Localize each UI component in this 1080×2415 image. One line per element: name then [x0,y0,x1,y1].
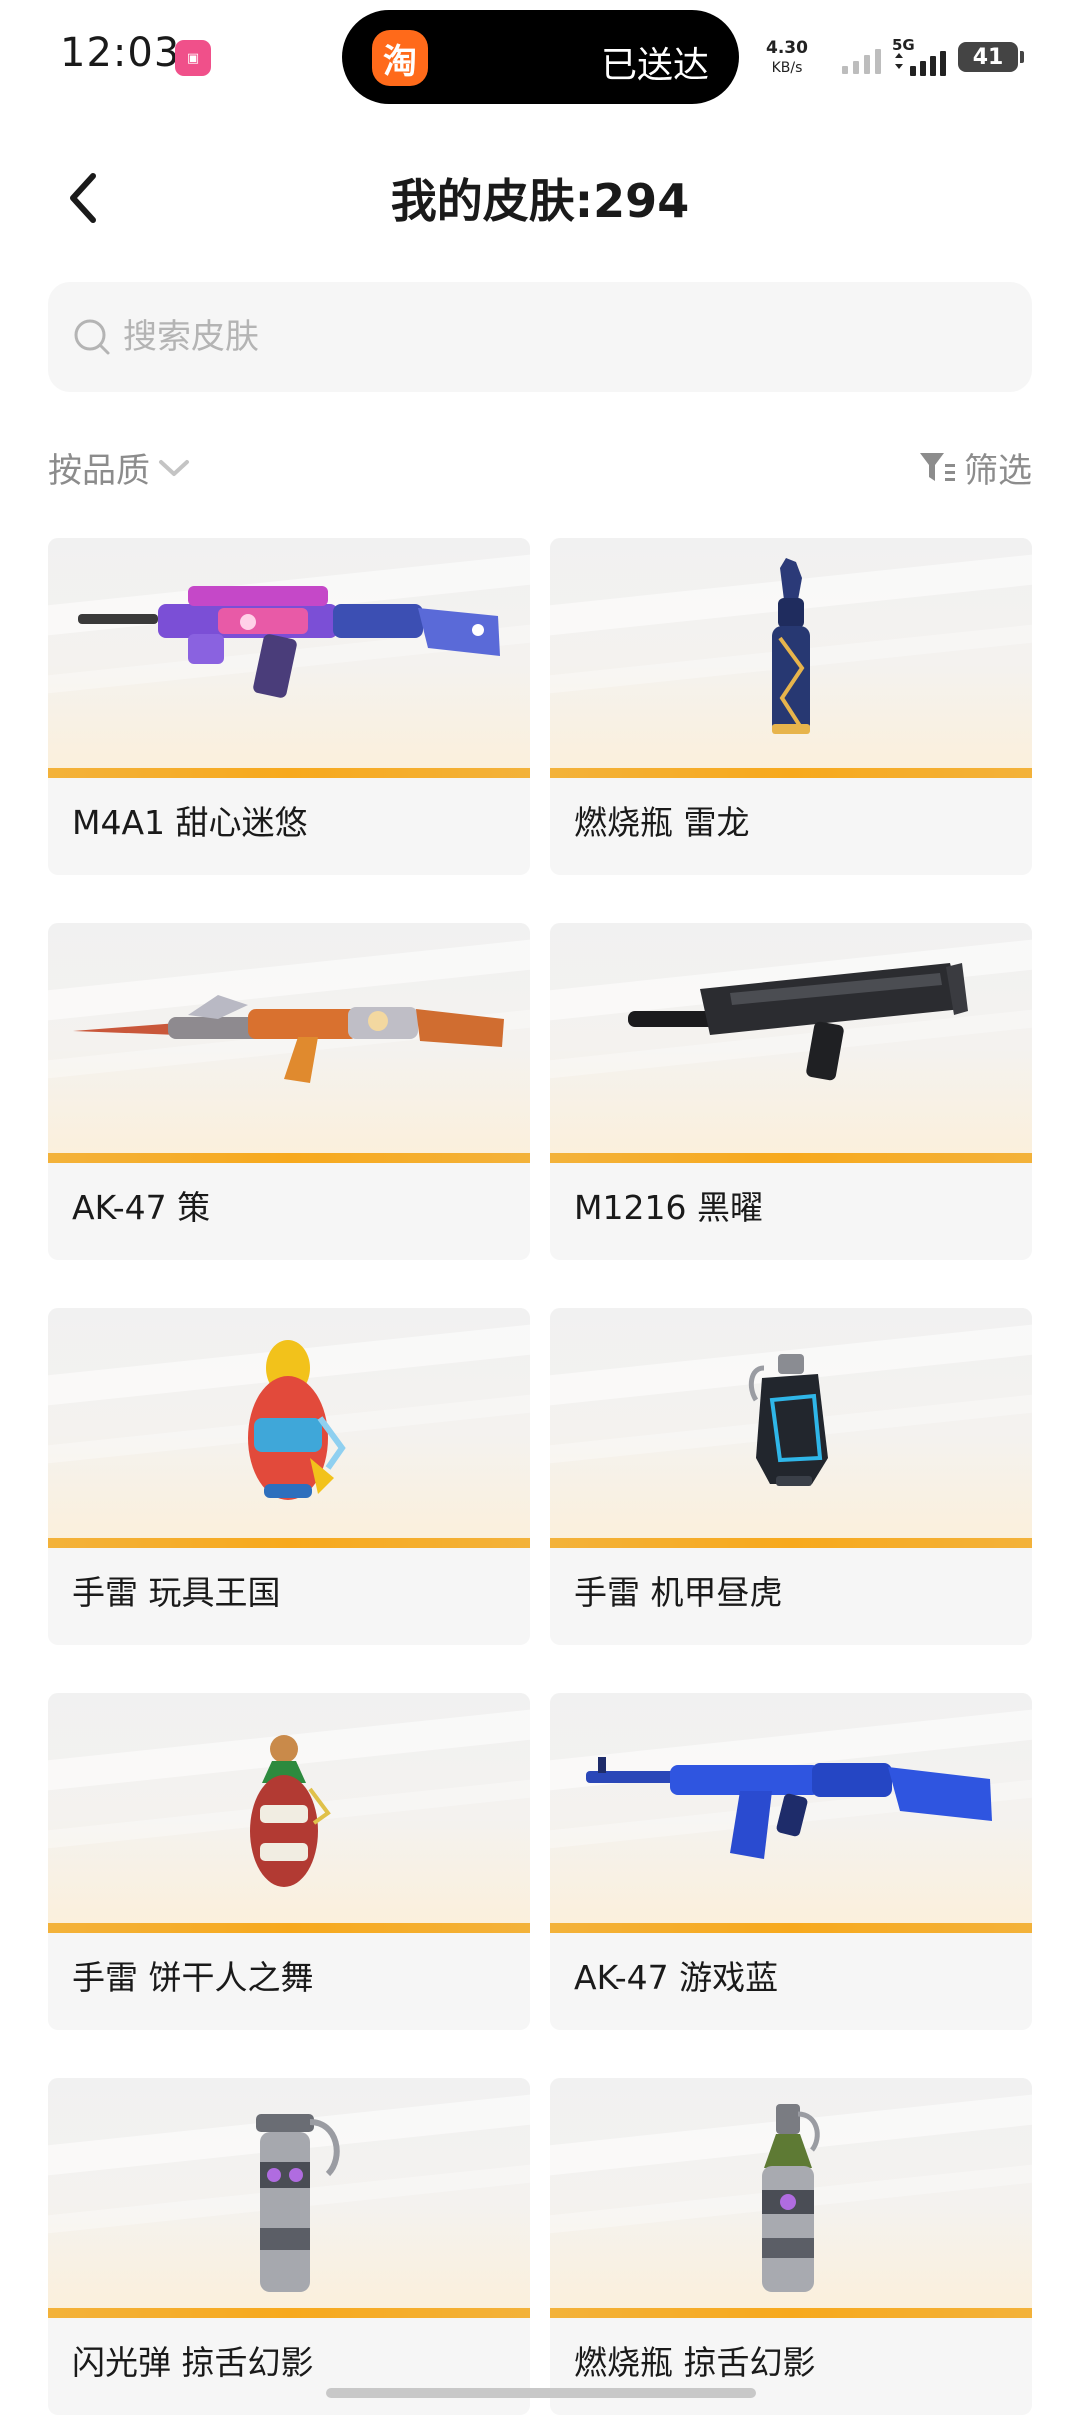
search-icon [74,319,110,355]
skin-image [48,1693,530,1923]
home-indicator[interactable] [326,2388,756,2398]
shotgun-black-skin-icon [628,963,968,1081]
dynamic-island[interactable]: 淘 已送达 [342,10,739,104]
grenade-gingerbread-skin-icon [250,1735,331,1887]
skin-name: 手雷 饼干人之舞 [72,1958,314,1997]
search-input[interactable] [123,282,1003,392]
chevron-down-icon [159,459,189,476]
page-title: 我的皮肤:294 [390,174,690,228]
quality-bar [550,2308,1032,2318]
skin-card[interactable]: 手雷 机甲昼虎 [550,1308,1032,1645]
skin-name: 手雷 机甲昼虎 [574,1573,783,1612]
grenade-toy-skin-icon [248,1340,346,1500]
skin-name: 手雷 玩具王国 [72,1573,281,1612]
taobao-app-icon: 淘 [372,30,428,86]
molotov-dragon-skin-icon [772,558,810,734]
skin-card[interactable]: M1216 黑曜 [550,923,1032,1260]
skin-image [550,923,1032,1153]
skin-image [48,2078,530,2308]
skin-card[interactable]: M4A1 甜心迷悠 [48,538,530,875]
rifle-blue-skin-icon [586,1757,992,1859]
quality-bar [48,1153,530,1163]
quality-bar [550,1538,1032,1548]
signal-strength-icon [842,49,881,74]
sort-label: 按品质 [48,451,150,491]
quality-bar [550,768,1032,778]
skin-name: 燃烧瓶 掠舌幻影 [574,2343,816,2382]
rifle-orange-skin-icon [73,995,504,1083]
skin-card[interactable]: 手雷 饼干人之舞 [48,1693,530,2030]
skin-card[interactable]: AK-47 游戏蓝 [550,1693,1032,2030]
quality-bar [550,1153,1032,1163]
quality-bar [550,1923,1032,1933]
network-speed: 4.30 KB/s [766,38,808,78]
skin-image [48,538,530,768]
rifle-pink-skin-icon [78,586,500,698]
skin-image [550,1308,1032,1538]
quality-bar [48,768,530,778]
quality-bar [48,2308,530,2318]
skin-name: 燃烧瓶 雷龙 [574,803,750,842]
filter-label: 筛选 [964,451,1032,491]
skin-grid: M4A1 甜心迷悠 燃烧瓶 雷龙 AK-47 策 M1216 黑曜 手雷 玩具王… [48,538,1032,2415]
skin-name: M4A1 甜心迷悠 [72,803,308,842]
funnel-icon [920,452,955,481]
skin-card[interactable]: 燃烧瓶 掠舌幻影 [550,2078,1032,2415]
molotov-phantom-skin-icon [762,2104,820,2292]
grenade-mecha-skin-icon [748,1354,828,1486]
flashbang-phantom-skin-icon [256,2114,340,2292]
skin-name: M1216 黑曜 [574,1188,763,1227]
quality-bar [48,1538,530,1548]
skin-image [48,923,530,1153]
skin-image [48,1308,530,1538]
delivery-status-text: 已送达 [600,45,709,86]
status-bar: 12:03 ▣ 淘 已送达 4.30 KB/s 5G 41 [0,0,1080,115]
search-bar[interactable] [48,282,1032,392]
network-speed-unit: KB/s [771,60,803,76]
sort-by-quality-dropdown[interactable]: 按品质 [48,440,192,495]
signal-5g-icon: 5G [890,36,952,76]
skin-card[interactable]: 手雷 玩具王国 [48,1308,530,1645]
bilibili-notification-icon: ▣ [175,40,211,76]
status-time: 12:03 [60,30,181,76]
skin-image [550,1693,1032,1923]
skin-image [550,538,1032,768]
battery-icon: 41 [958,42,1024,72]
skin-card[interactable]: 燃烧瓶 雷龙 [550,538,1032,875]
skin-name: AK-47 策 [72,1188,211,1227]
quality-bar [48,1923,530,1933]
skin-name: 闪光弹 掠舌幻影 [72,2343,314,2382]
skin-card[interactable]: AK-47 策 [48,923,530,1260]
network-speed-value: 4.30 [766,38,808,58]
skin-image [550,2078,1032,2308]
skin-card[interactable]: 闪光弹 掠舌幻影 [48,2078,530,2415]
filter-button[interactable]: 筛选 [918,440,1032,495]
skin-name: AK-47 游戏蓝 [574,1958,779,1997]
